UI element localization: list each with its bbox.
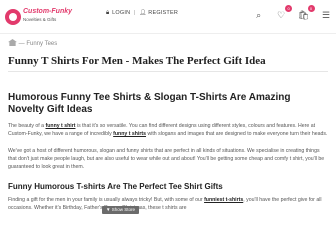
divider — [8, 71, 328, 72]
search-icon[interactable]: ⌕ — [253, 9, 265, 21]
section-heading: Humorous Funny Tee Shirts & Slogan T-Shi… — [8, 92, 291, 115]
funny-t-shirt-link[interactable]: funny t shirt — [46, 123, 76, 129]
separator: | — [134, 10, 136, 16]
logo-mark-icon — [5, 9, 21, 25]
wishlist-count-badge: 0 — [285, 5, 293, 12]
intro-paragraph: The beauty of a funny t shirt is that it… — [8, 123, 328, 137]
home-icon[interactable] — [8, 39, 17, 46]
logo-tagline: Novelties & Gifts — [23, 17, 57, 22]
site-header: Custom-Funky Novelties & Gifts 🔒︎ LOGIN … — [0, 0, 336, 34]
cart-icon[interactable]: 🛍︎ 0 — [298, 5, 315, 21]
wishlist-icon[interactable]: ♡ 0 — [275, 5, 293, 21]
breadcrumb-current: Funny Tees — [26, 41, 58, 48]
account-links: 🔒︎ LOGIN | 👤︎ REGISTER — [106, 10, 178, 17]
menu-icon[interactable]: ☰ — [320, 9, 332, 21]
site-logo[interactable]: Custom-Funky Novelties & Gifts — [5, 8, 72, 26]
funniest-t-shirts-link[interactable]: funniest t-shirts — [204, 197, 243, 203]
funny-t-shirts-link[interactable]: funny t shirts — [113, 131, 146, 137]
page-title: Funny T Shirts For Men - Makes The Perfe… — [8, 55, 266, 67]
body-paragraph: We've got a host of different humorous, … — [8, 148, 325, 170]
user-icon: 👤︎ — [139, 10, 147, 16]
header-icons: ⌕ ♡ 0 🛍︎ 0 ☰ — [247, 5, 332, 23]
sub-heading: Funny Humorous T-shirts Are The Perfect … — [8, 182, 223, 191]
cart-count-badge: 0 — [307, 5, 315, 12]
breadcrumb: — Funny Tees — [8, 39, 58, 48]
login-link[interactable]: LOGIN — [112, 10, 130, 16]
logo-text: Custom-Funky — [23, 8, 72, 15]
lock-icon: 🔒︎ — [106, 10, 110, 16]
register-link[interactable]: REGISTER — [148, 10, 178, 16]
gift-paragraph: Finding a gift for the men in your famil… — [8, 197, 322, 211]
breadcrumb-separator: — — [18, 41, 25, 48]
show-store-button[interactable]: ▼ Show Store — [102, 206, 139, 214]
